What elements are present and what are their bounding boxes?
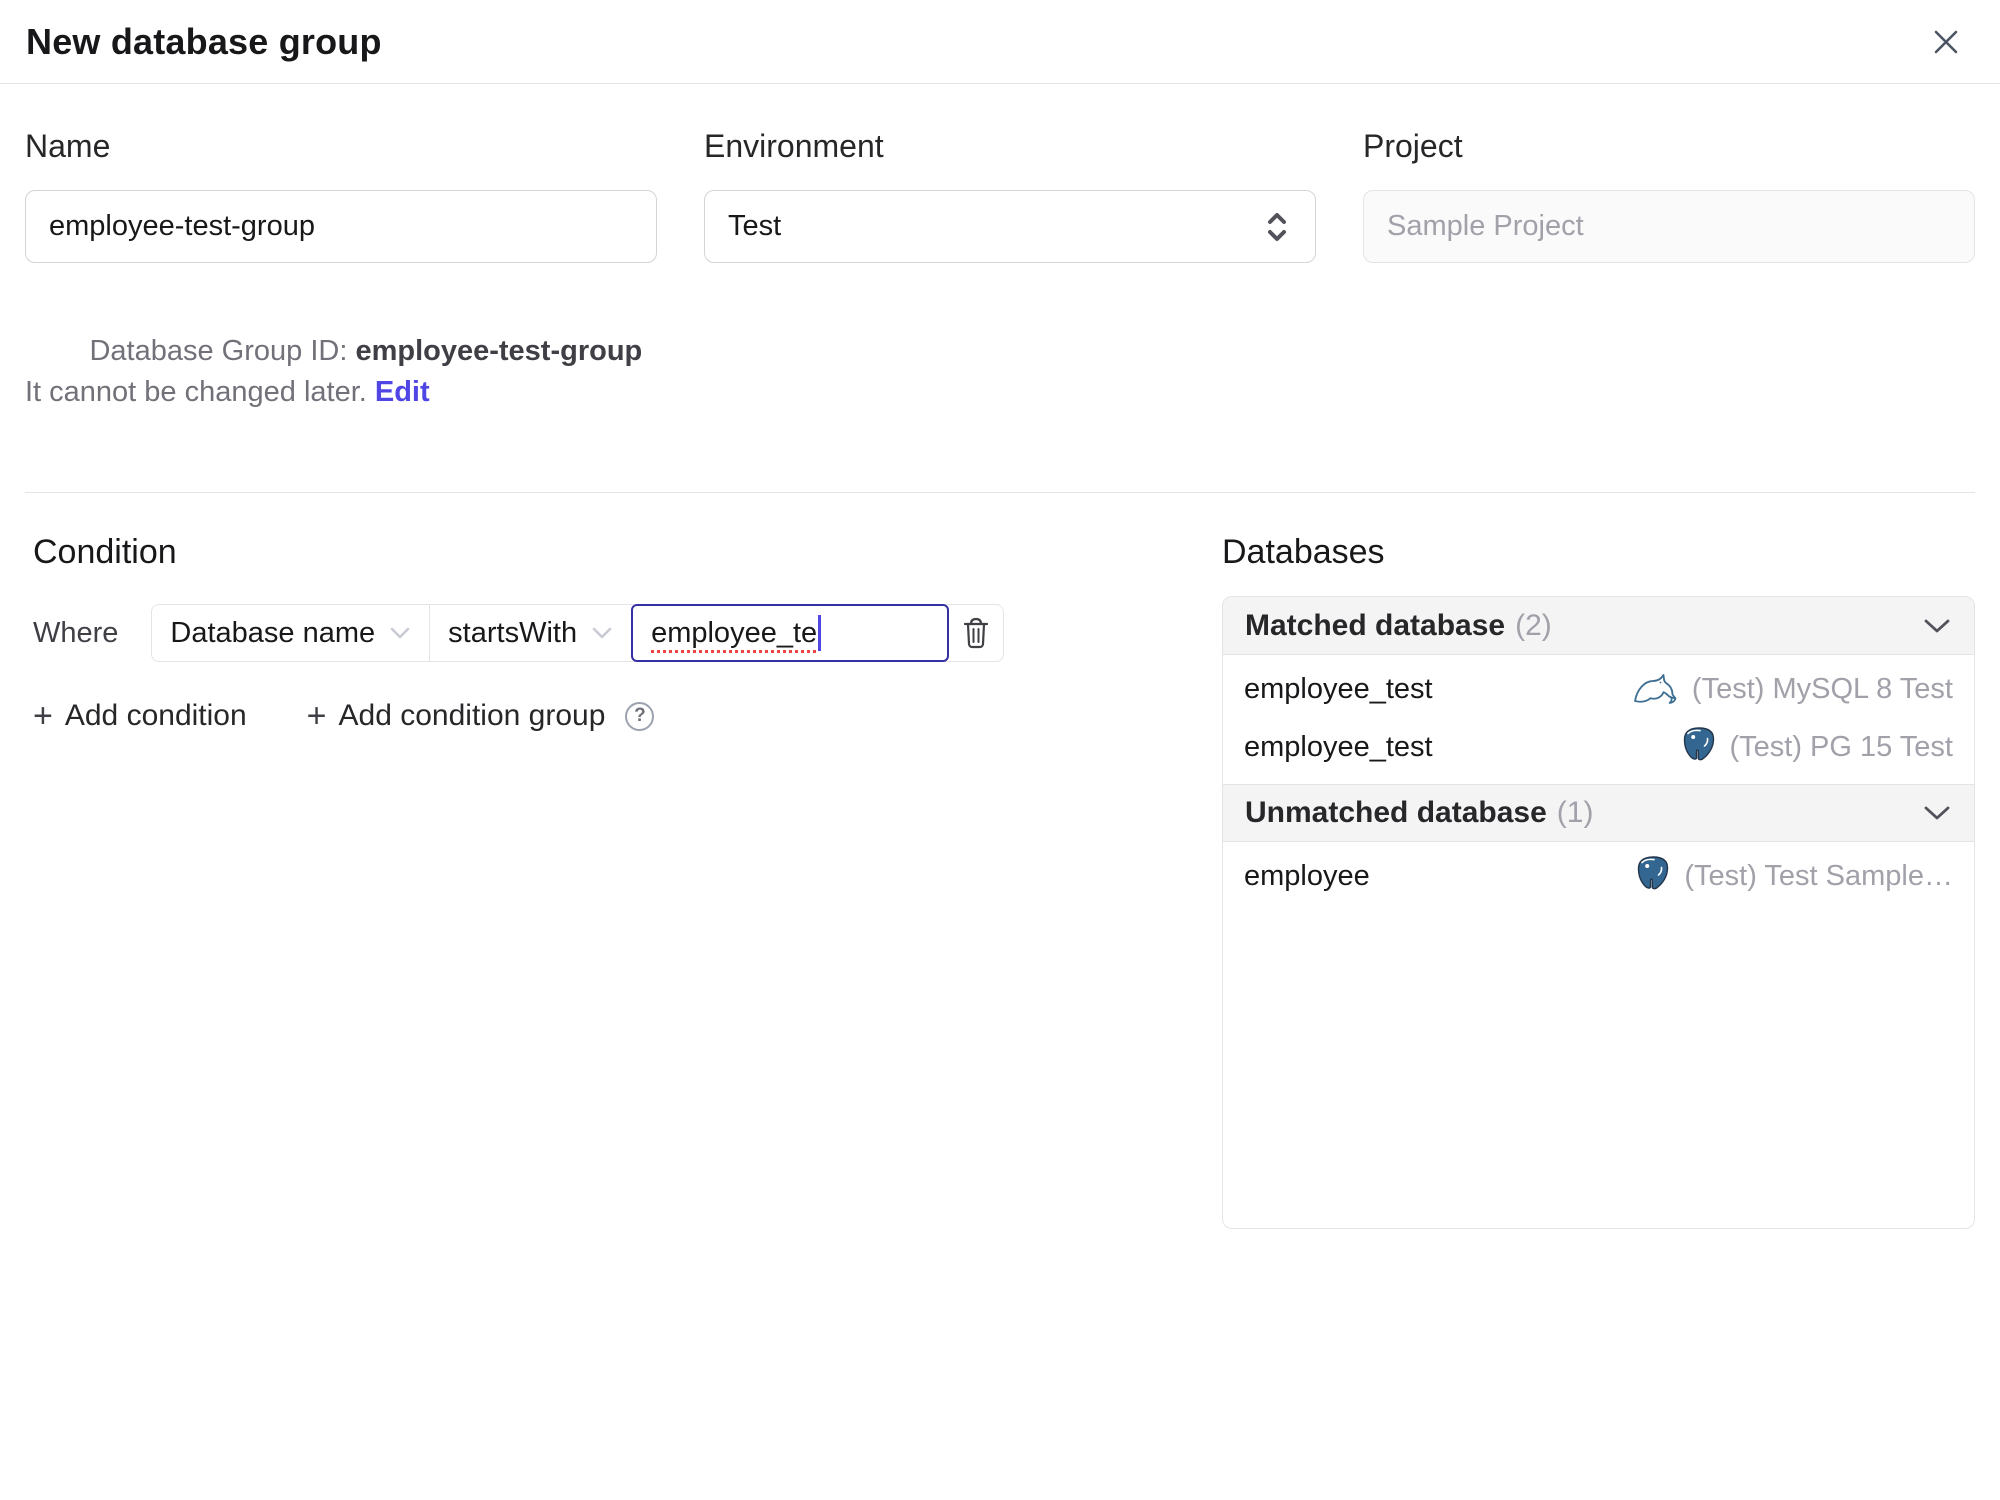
lower-section: Condition Where Database name startsWith bbox=[25, 533, 1975, 1229]
database-row: employee (Test) Test Sample… bbox=[1223, 847, 1974, 905]
condition-field-dropdown[interactable]: Database name bbox=[152, 605, 431, 661]
dialog-header: New database group bbox=[0, 0, 2000, 84]
database-instance: (Test) PG 15 Test bbox=[1680, 726, 1954, 768]
condition-operator-dropdown[interactable]: startsWith bbox=[430, 605, 631, 661]
database-name: employee bbox=[1244, 859, 1370, 892]
database-name: employee_test bbox=[1244, 730, 1433, 763]
add-condition-group-label: Add condition group bbox=[338, 699, 606, 732]
matched-database-header[interactable]: Matched database (2) bbox=[1223, 597, 1974, 655]
add-condition-label: Add condition bbox=[64, 699, 247, 732]
matched-database-rows: employee_test (Test) MySQL 8 Test employ… bbox=[1223, 655, 1974, 784]
delete-condition-button[interactable] bbox=[949, 605, 1003, 661]
close-button[interactable] bbox=[1928, 24, 1964, 60]
plus-icon: + bbox=[306, 697, 327, 735]
environment-selected-value: Test bbox=[728, 210, 782, 242]
chevron-down-icon bbox=[1922, 804, 1952, 822]
postgresql-icon bbox=[1634, 855, 1672, 897]
text-caret bbox=[818, 615, 822, 651]
condition-heading: Condition bbox=[33, 533, 177, 571]
form-grid: Name Database Group ID: employee-test-gr… bbox=[25, 128, 1975, 454]
condition-row: Where Database name startsWith employee_… bbox=[33, 604, 1222, 662]
dialog-title: New database group bbox=[26, 20, 382, 62]
chevron-down-icon bbox=[591, 626, 613, 640]
environment-select[interactable]: Test bbox=[704, 190, 1316, 263]
group-id-helper: Database Group ID: employee-test-group I… bbox=[25, 290, 657, 454]
chevron-down-icon bbox=[389, 626, 411, 640]
name-label: Name bbox=[25, 128, 111, 164]
project-field-group: Project bbox=[1363, 128, 1975, 454]
unmatched-database-rows: employee (Test) Test Sample… bbox=[1223, 842, 1974, 913]
chevron-up-down-icon bbox=[1262, 208, 1292, 246]
plus-icon: + bbox=[33, 697, 53, 735]
instance-label: (Test) PG 15 Test bbox=[1729, 730, 1954, 763]
name-input[interactable] bbox=[25, 190, 657, 263]
help-icon[interactable]: ? bbox=[625, 701, 655, 731]
project-label: Project bbox=[1363, 128, 1463, 164]
name-field-group: Name Database Group ID: employee-test-gr… bbox=[25, 128, 657, 454]
environment-label: Environment bbox=[704, 128, 884, 164]
condition-value-input[interactable]: employee_te bbox=[631, 604, 950, 662]
database-row: employee_test (Test) PG 15 Test bbox=[1223, 718, 1974, 776]
condition-expression-group: Database name startsWith employee_te bbox=[151, 604, 1005, 662]
matched-database-title: Matched database (2) bbox=[1245, 608, 1552, 642]
databases-panel: Matched database (2) employee_test (Test… bbox=[1222, 596, 1975, 1229]
databases-section: Databases Matched database (2) employee_… bbox=[1222, 533, 1975, 1229]
mysql-icon bbox=[1632, 671, 1680, 707]
helper-group-id: employee-test-group bbox=[355, 335, 643, 367]
unmatched-database-header[interactable]: Unmatched database (1) bbox=[1223, 784, 1974, 842]
databases-heading: Databases bbox=[1222, 533, 1385, 571]
condition-operator-value: startsWith bbox=[448, 616, 578, 649]
instance-label: (Test) Test Sample… bbox=[1684, 859, 1953, 892]
condition-actions: + Add condition + Add condition group ? bbox=[33, 699, 1222, 733]
unmatched-database-title: Unmatched database (1) bbox=[1245, 796, 1594, 829]
environment-field-group: Environment Test bbox=[704, 128, 1316, 454]
dialog-body: Name Database Group ID: employee-test-gr… bbox=[0, 128, 2000, 1229]
database-row: employee_test (Test) MySQL 8 Test bbox=[1223, 660, 1974, 718]
where-label: Where bbox=[33, 616, 119, 649]
add-condition-button[interactable]: + Add condition bbox=[33, 699, 247, 733]
condition-section: Condition Where Database name startsWith bbox=[25, 533, 1222, 733]
instance-label: (Test) MySQL 8 Test bbox=[1691, 672, 1953, 705]
add-condition-group-button[interactable]: + Add condition group bbox=[307, 699, 606, 733]
project-input bbox=[1363, 190, 1975, 263]
database-instance: (Test) MySQL 8 Test bbox=[1632, 671, 1953, 707]
trash-icon bbox=[961, 616, 991, 650]
database-name: employee_test bbox=[1244, 672, 1433, 705]
section-divider bbox=[25, 492, 1975, 493]
condition-field-value: Database name bbox=[170, 616, 376, 649]
database-instance: (Test) Test Sample… bbox=[1634, 855, 1953, 897]
chevron-down-icon bbox=[1922, 617, 1952, 635]
condition-value-text: employee_te bbox=[651, 616, 818, 649]
close-icon bbox=[1928, 24, 1964, 60]
helper-prefix: Database Group ID: bbox=[89, 335, 356, 367]
edit-link[interactable]: Edit bbox=[375, 376, 430, 408]
postgresql-icon bbox=[1680, 726, 1718, 768]
